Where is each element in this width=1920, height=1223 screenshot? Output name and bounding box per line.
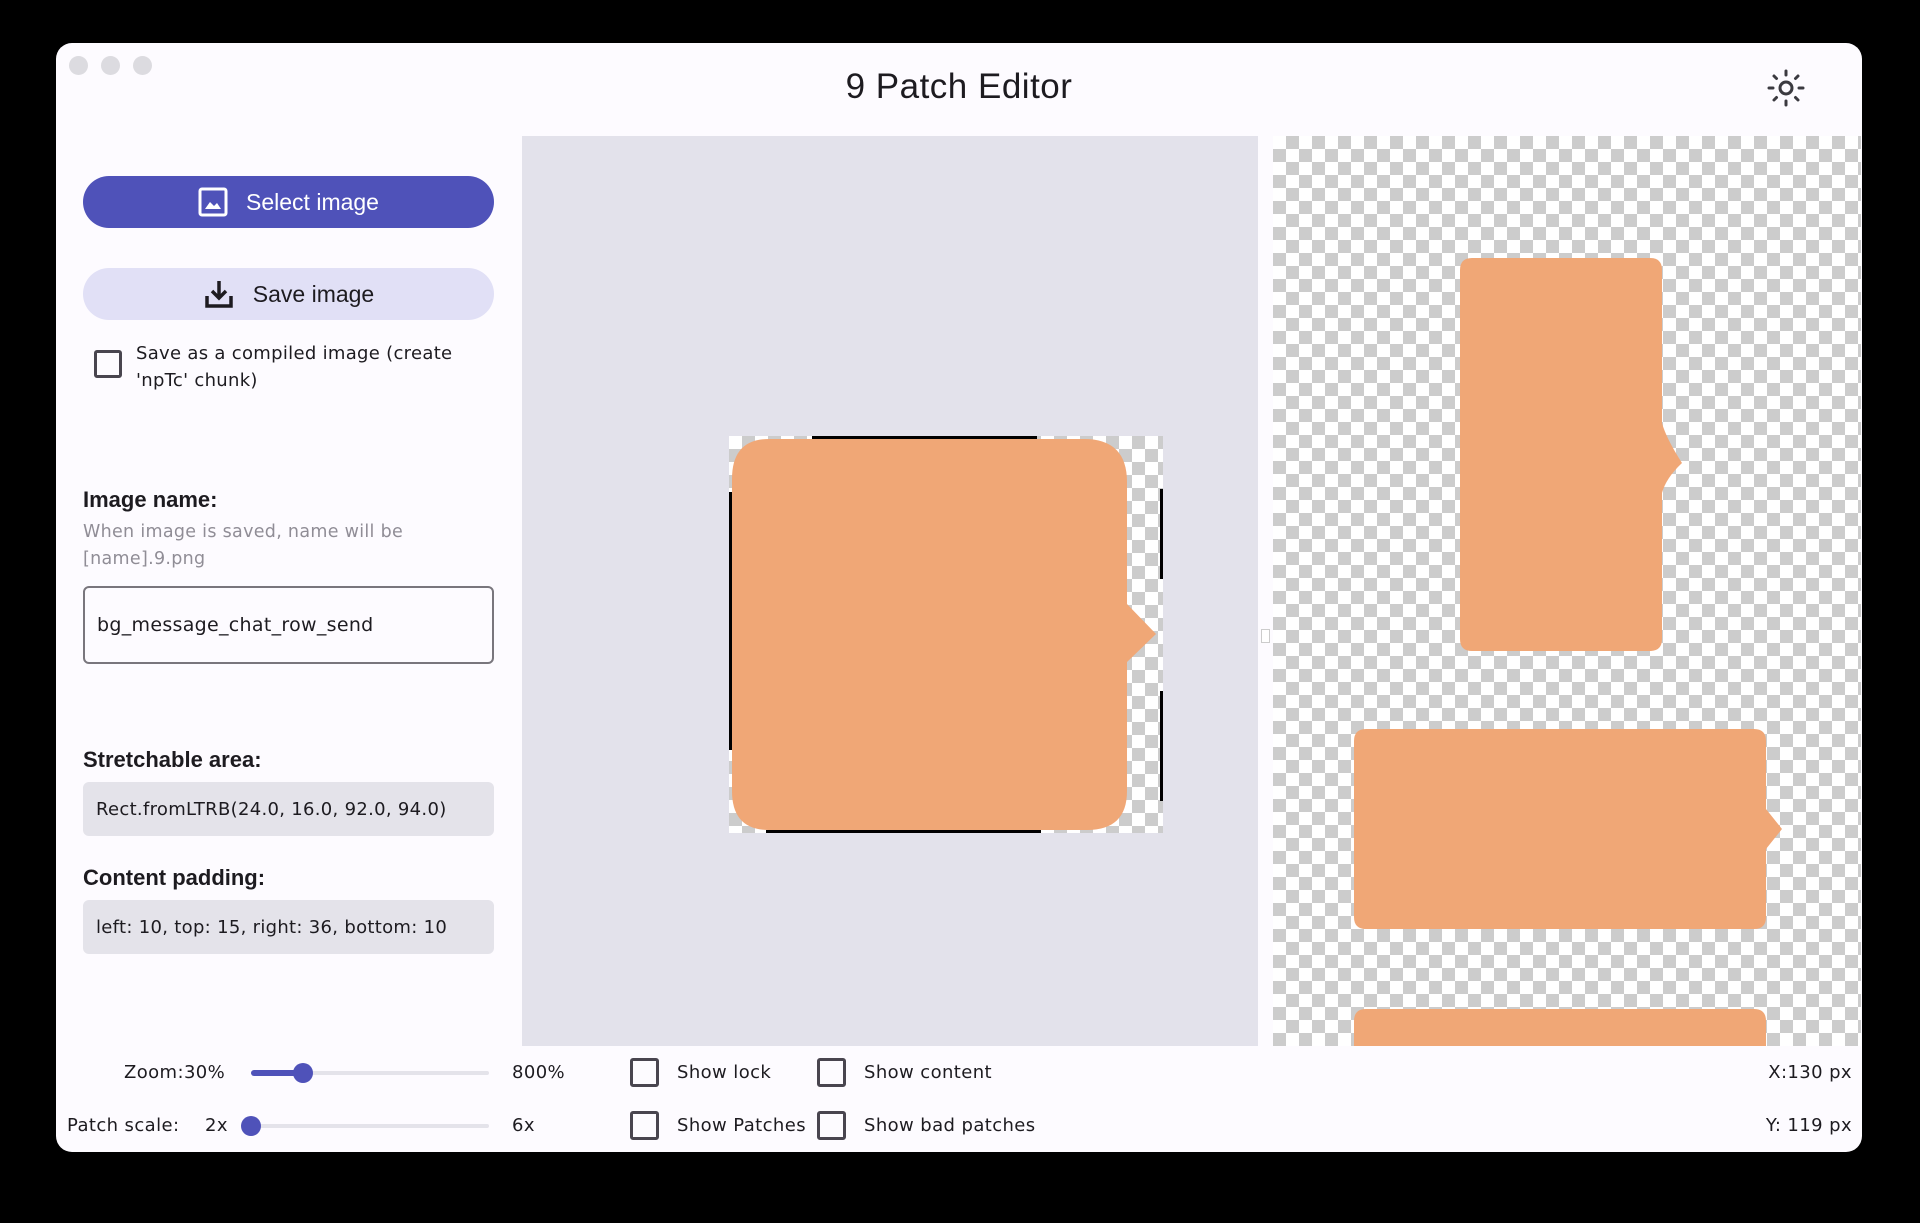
zoom-slider-thumb[interactable] — [293, 1063, 313, 1083]
patch-scale-min-label: 2x — [205, 1115, 228, 1136]
zoom-max-label: 800% — [512, 1062, 566, 1083]
show-patches-label: Show Patches — [677, 1115, 806, 1136]
preview-large — [1354, 1009, 1766, 1046]
show-lock-option: Show lock — [630, 1058, 771, 1087]
zoom-label: Zoom:30% — [124, 1062, 226, 1083]
save-image-button[interactable]: Save image — [83, 268, 494, 320]
image-name-input[interactable] — [83, 586, 494, 664]
padding-marker-right-top — [1160, 489, 1163, 579]
compiled-image-label: Save as a compiled image (create 'npTc' … — [136, 343, 453, 391]
show-bad-patches-option: Show bad patches — [817, 1111, 1036, 1140]
padding-marker-bottom — [766, 830, 1041, 833]
compiled-image-checkbox[interactable] — [94, 350, 122, 378]
nine-patch-bubble — [729, 436, 1163, 833]
splitter-handle[interactable] — [1261, 629, 1270, 643]
patch-scale-slider-track — [251, 1124, 489, 1128]
theme-toggle-button[interactable] — [1766, 68, 1806, 108]
patch-scale-max-label: 6x — [512, 1115, 535, 1136]
cursor-y-readout: Y: 119 px — [1765, 1115, 1852, 1136]
save-image-label: Save image — [252, 280, 375, 307]
show-lock-label: Show lock — [677, 1062, 772, 1083]
show-bad-patches-checkbox[interactable] — [817, 1111, 846, 1140]
patch-scale-slider[interactable] — [241, 1114, 489, 1138]
stretchable-area-label: Stretchable area: — [83, 747, 262, 772]
nine-patch-image[interactable] — [729, 436, 1163, 833]
cursor-x-readout: X:130 px — [1768, 1062, 1852, 1083]
show-patches-checkbox[interactable] — [630, 1111, 659, 1140]
compiled-image-option: Save as a compiled image (create 'npTc' … — [94, 340, 494, 394]
zoom-slider[interactable] — [251, 1061, 489, 1085]
sun-icon — [1767, 69, 1805, 107]
editor-canvas[interactable] — [522, 136, 1258, 1046]
image-icon — [198, 187, 228, 217]
padding-marker-right-bottom — [1160, 691, 1163, 801]
preview-wide — [1354, 729, 1782, 929]
show-lock-checkbox[interactable] — [630, 1058, 659, 1087]
select-image-label: Select image — [246, 188, 379, 215]
show-content-label: Show content — [864, 1062, 993, 1083]
app-title: 9 Patch Editor — [845, 67, 1073, 106]
stretchable-area-value: Rect.fromLTRB(24.0, 16.0, 92.0, 94.0) — [83, 782, 494, 836]
show-content-checkbox[interactable] — [817, 1058, 846, 1087]
app-window: 9 Patch Editor Select image Save image S… — [56, 43, 1862, 1152]
select-image-button[interactable]: Select image — [83, 176, 494, 228]
image-name-label: Image name: — [83, 487, 218, 512]
stretch-marker-top — [812, 436, 1037, 439]
patch-scale-slider-thumb[interactable] — [241, 1116, 261, 1136]
preview-tall — [1460, 258, 1682, 651]
download-icon — [205, 281, 233, 308]
patch-scale-label: Patch scale: — [67, 1115, 180, 1136]
show-content-option: Show content — [817, 1058, 992, 1087]
show-bad-patches-label: Show bad patches — [864, 1115, 1036, 1136]
show-patches-option: Show Patches — [630, 1111, 806, 1140]
content-padding-label: Content padding: — [83, 865, 266, 890]
preview-pane — [1273, 136, 1861, 1046]
bubble-shape — [732, 439, 1156, 830]
stretch-marker-left — [729, 492, 732, 750]
image-name-hint: When image is saved, name will be [name]… — [83, 522, 404, 569]
content-padding-value: left: 10, top: 15, right: 36, bottom: 10 — [83, 900, 494, 954]
pane-splitter[interactable] — [1258, 136, 1273, 1046]
